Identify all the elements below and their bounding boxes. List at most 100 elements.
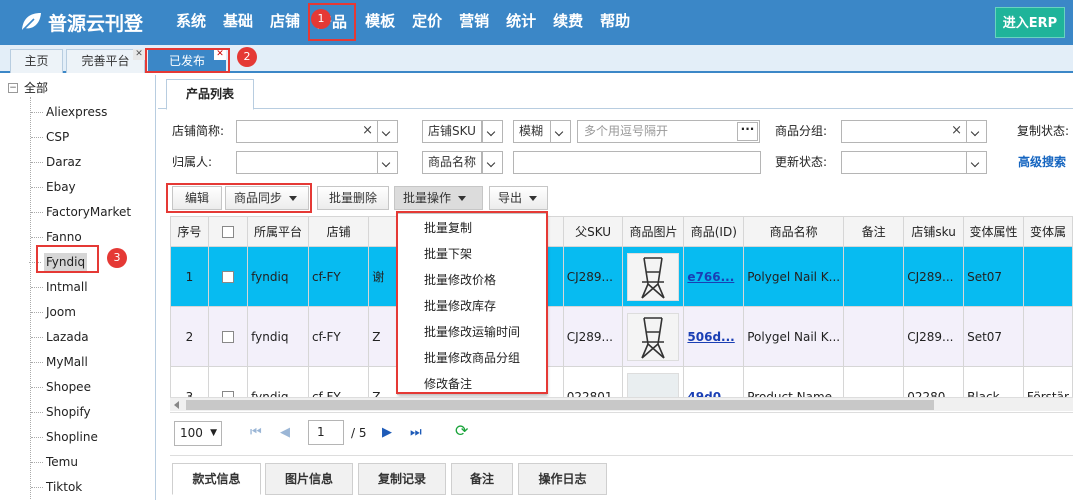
- cell-select[interactable]: [207, 246, 249, 307]
- col-header-image[interactable]: 商品图片: [622, 216, 685, 247]
- edit-button[interactable]: 编辑: [172, 186, 222, 210]
- tree-item-temu[interactable]: Temu: [31, 453, 78, 471]
- col-header-shop[interactable]: 店铺: [307, 216, 370, 247]
- nav-template[interactable]: 模板: [356, 0, 403, 45]
- tree-item-joom[interactable]: Joom: [31, 303, 76, 321]
- match-mode-dropdown[interactable]: [550, 120, 571, 143]
- clear-icon[interactable]: ×: [362, 123, 373, 138]
- col-header-product-name[interactable]: 商品名称: [743, 216, 845, 247]
- last-page-icon[interactable]: ⏭: [410, 425, 422, 441]
- tree-item-fanno[interactable]: Fanno: [31, 228, 82, 246]
- col-header-shop-sku[interactable]: 店铺sku: [903, 216, 965, 247]
- export-button[interactable]: 导出: [489, 186, 548, 210]
- cell-product-id[interactable]: e766...: [683, 246, 745, 307]
- shop-short-dropdown[interactable]: [377, 120, 398, 143]
- menu-item-bulk-edit-price[interactable]: 批量修改价格: [398, 269, 546, 295]
- tab-home[interactable]: 主页: [10, 49, 63, 73]
- next-page-icon[interactable]: ▶: [382, 425, 392, 441]
- nav-system[interactable]: 系统: [167, 0, 214, 45]
- bulk-delete-button[interactable]: 批量删除: [317, 186, 389, 210]
- tab-copy-records[interactable]: 复制记录: [358, 463, 446, 495]
- col-header-parent-sku[interactable]: 父SKU: [562, 216, 624, 247]
- product-id-link[interactable]: e766...: [687, 270, 734, 284]
- row-checkbox[interactable]: [221, 271, 234, 283]
- nav-statistics[interactable]: 统计: [497, 0, 544, 45]
- page-number-input[interactable]: 1: [308, 420, 344, 445]
- cell-product-id[interactable]: 49d0...: [683, 366, 745, 398]
- close-icon[interactable]: ✕: [133, 49, 145, 60]
- row-checkbox[interactable]: [221, 331, 234, 343]
- nav-store[interactable]: 店铺: [261, 0, 308, 45]
- owner-input[interactable]: [236, 151, 378, 174]
- menu-item-edit-note[interactable]: 修改备注: [398, 373, 546, 399]
- nav-pricing[interactable]: 定价: [403, 0, 450, 45]
- tree-item-ebay[interactable]: Ebay: [31, 178, 76, 196]
- enter-erp-button[interactable]: 进入ERP: [995, 7, 1065, 38]
- cell-product-id[interactable]: 506d...: [683, 306, 745, 367]
- nav-marketing[interactable]: 营销: [450, 0, 497, 45]
- tab-notes[interactable]: 备注: [451, 463, 513, 495]
- product-thumbnail[interactable]: [627, 252, 680, 301]
- tree-item-shopline[interactable]: Shopline: [31, 428, 98, 446]
- owner-dropdown[interactable]: [377, 151, 398, 174]
- menu-item-bulk-copy[interactable]: 批量复制: [398, 217, 546, 243]
- tab-published[interactable]: 已发布 ✕: [148, 49, 226, 73]
- product-id-link[interactable]: 506d...: [687, 330, 734, 344]
- select-all-checkbox[interactable]: [221, 226, 234, 238]
- menu-item-bulk-edit-group[interactable]: 批量修改商品分组: [398, 347, 546, 373]
- update-status-dropdown[interactable]: [966, 151, 987, 174]
- tab-improve-platform[interactable]: 完善平台 ✕: [66, 49, 145, 73]
- collapse-icon[interactable]: −: [8, 82, 18, 93]
- col-header-variant[interactable]: 变体属性: [963, 216, 1024, 247]
- product-thumbnail[interactable]: [627, 372, 680, 398]
- tree-root[interactable]: − 全部: [8, 79, 48, 96]
- col-header-platform[interactable]: 所属平台: [247, 216, 309, 247]
- product-group-input[interactable]: ×: [841, 120, 967, 143]
- tab-product-list[interactable]: 产品列表: [166, 79, 254, 110]
- shop-sku-dropdown[interactable]: [482, 120, 503, 143]
- multi-value-input[interactable]: 多个用逗号隔开: [577, 120, 760, 143]
- tree-item-shopify[interactable]: Shopify: [31, 403, 91, 421]
- tree-item-aliexpress[interactable]: Aliexpress: [30, 103, 107, 121]
- col-header-product-id[interactable]: 商品(ID): [683, 216, 745, 247]
- scrollbar-thumb[interactable]: [186, 400, 934, 410]
- product-thumbnail[interactable]: [627, 312, 680, 361]
- bulk-ops-button[interactable]: 批量操作: [394, 186, 483, 210]
- update-status-input[interactable]: [841, 151, 967, 174]
- product-name-dropdown[interactable]: [482, 151, 503, 174]
- nav-basic[interactable]: 基础: [214, 0, 261, 45]
- advanced-search-link[interactable]: 高级搜索: [1018, 151, 1066, 173]
- tree-item-daraz[interactable]: Daraz: [30, 153, 81, 171]
- col-header-note[interactable]: 备注: [843, 216, 905, 247]
- more-options-button[interactable]: ···: [737, 122, 758, 141]
- page-size-select[interactable]: 100 ▼: [174, 421, 222, 446]
- clear-icon[interactable]: ×: [951, 123, 962, 138]
- match-mode-select[interactable]: 模糊: [513, 120, 551, 143]
- prev-page-icon[interactable]: ◀: [280, 425, 290, 441]
- product-group-dropdown[interactable]: [966, 120, 987, 143]
- col-header-select[interactable]: [207, 216, 249, 247]
- tab-image-info[interactable]: 图片信息: [265, 463, 353, 495]
- tree-item-shopee[interactable]: Shopee: [31, 378, 91, 396]
- nav-help[interactable]: 帮助: [591, 0, 638, 45]
- app-logo[interactable]: 普源云刊登: [20, 8, 143, 36]
- col-header-no[interactable]: 序号: [170, 216, 209, 247]
- product-name-input[interactable]: [513, 151, 761, 174]
- tree-item-tiktok[interactable]: Tiktok: [30, 478, 82, 496]
- menu-item-bulk-delist[interactable]: 批量下架: [398, 243, 546, 269]
- tree-item-factorymarket[interactable]: FactoryMarket: [30, 203, 131, 221]
- tree-item-intmall[interactable]: Intmall: [31, 278, 88, 296]
- product-sync-button[interactable]: 商品同步: [225, 186, 309, 210]
- menu-item-bulk-edit-shipping-time[interactable]: 批量修改运输时间: [398, 321, 546, 347]
- col-header-variant-2[interactable]: 变体属: [1022, 216, 1073, 247]
- close-icon[interactable]: ✕: [214, 49, 226, 60]
- tree-item-fyndiq[interactable]: Fyndiq: [28, 253, 88, 271]
- horizontal-scrollbar[interactable]: [170, 397, 1073, 411]
- tree-item-mymall[interactable]: MyMall: [31, 353, 88, 371]
- first-page-icon[interactable]: ⏮: [250, 425, 262, 441]
- nav-renew[interactable]: 续费: [544, 0, 591, 45]
- scroll-left-icon[interactable]: [174, 401, 179, 409]
- tab-style-info[interactable]: 款式信息: [172, 463, 261, 495]
- cell-select[interactable]: [207, 306, 249, 367]
- menu-item-bulk-edit-stock[interactable]: 批量修改库存: [398, 295, 546, 321]
